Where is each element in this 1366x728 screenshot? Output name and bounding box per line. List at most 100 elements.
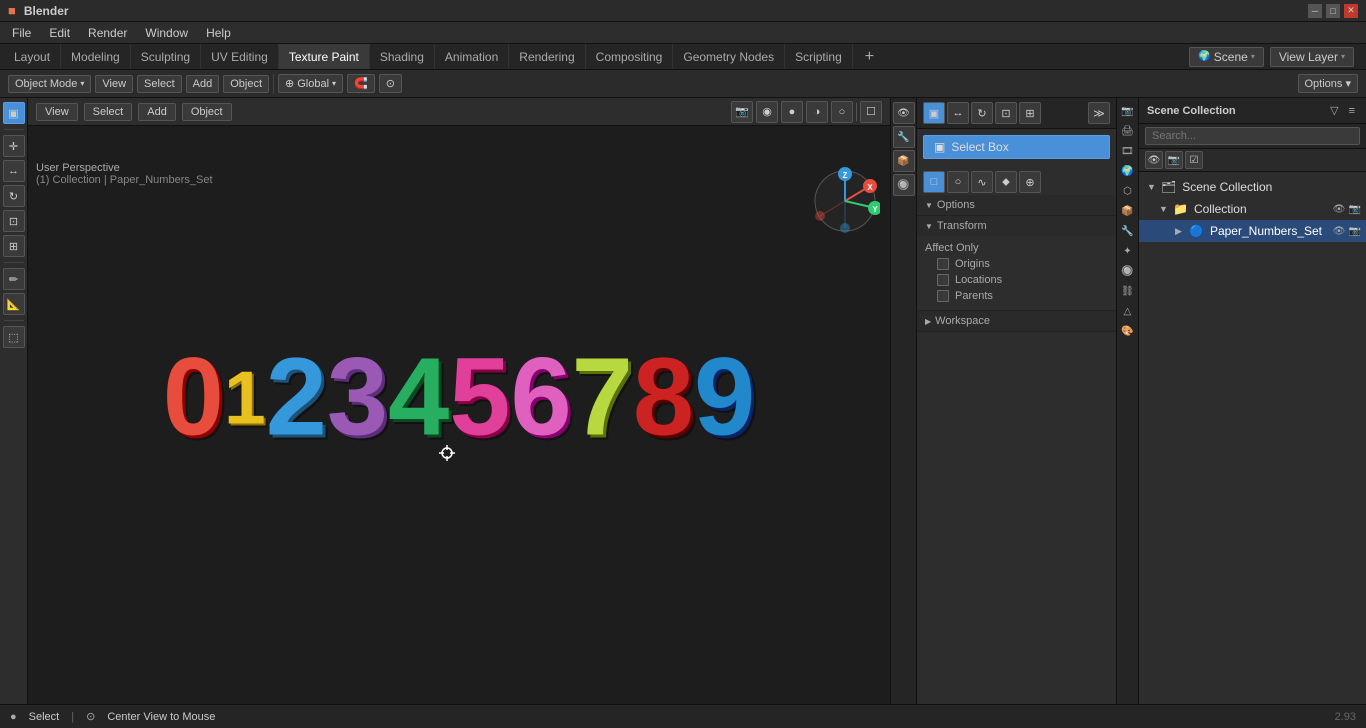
filter-icon-btn-2[interactable]: 📷 [1165, 151, 1183, 169]
transform-selector[interactable]: ⊕ Global ▾ [278, 74, 343, 93]
viewport-overlay-icon[interactable]: ◉ [756, 101, 778, 123]
tab-sculpting[interactable]: Sculpting [131, 44, 201, 69]
transform-icon-btn[interactable]: ⊞ [1019, 102, 1041, 124]
cursor-select-icon[interactable]: ⊕ [1019, 171, 1041, 193]
viewport-select-menu[interactable]: Select [84, 103, 133, 121]
add-menu[interactable]: Add [186, 75, 220, 93]
transform-header[interactable]: ▼ Transform [917, 216, 1116, 236]
add-workspace-button[interactable]: + [857, 45, 882, 69]
scale-icon-btn[interactable]: ⊡ [995, 102, 1017, 124]
collection-eye-btn[interactable]: 👁 [1332, 202, 1346, 216]
menu-edit[interactable]: Edit [41, 24, 78, 42]
viewlayer-props-icon[interactable]: 🎞 [1119, 142, 1137, 160]
options-button[interactable]: Options ▾ [1298, 74, 1359, 93]
tab-layout[interactable]: Layout [4, 44, 61, 69]
3d-view[interactable]: User Perspective (1) Collection | Paper_… [28, 126, 890, 704]
tab-animation[interactable]: Animation [435, 44, 509, 69]
outliner-sort-btn[interactable]: ≡ [1346, 104, 1358, 118]
world-props-icon[interactable]: ⬡ [1119, 182, 1137, 200]
sidebar-view-btn[interactable]: 👁 [893, 102, 915, 124]
paper-numbers-eye-btn[interactable]: 👁 [1332, 224, 1346, 238]
outliner-filter-btn[interactable]: ▽ [1327, 103, 1341, 118]
tab-rendering[interactable]: Rendering [509, 44, 585, 69]
viewport-shading-material[interactable]: ◑ [806, 101, 828, 123]
collection-camera-btn[interactable]: 📷 [1348, 202, 1362, 216]
view-menu[interactable]: View [95, 75, 133, 93]
scale-tool-button[interactable]: ⊡ [3, 210, 25, 232]
mode-selector[interactable]: Object Mode ▾ [8, 75, 91, 93]
tab-shading[interactable]: Shading [370, 44, 435, 69]
viewport-camera-icon[interactable]: 📷 [731, 101, 753, 123]
annotate-button[interactable]: ✏ [3, 268, 25, 290]
output-props-icon[interactable]: 🖨 [1119, 122, 1137, 140]
constraints-props-icon[interactable]: ⛓ [1119, 282, 1137, 300]
tab-scripting[interactable]: Scripting [785, 44, 853, 69]
physics-props-icon[interactable]: 🔘 [1119, 262, 1137, 280]
circle-select-icon[interactable]: ○ [947, 171, 969, 193]
move-tool-button[interactable]: ↔ [3, 160, 25, 182]
select-box-button[interactable]: ▣ Select Box [923, 135, 1110, 159]
select-menu[interactable]: Select [137, 75, 182, 93]
cursor-tool-button[interactable]: ✛ [3, 135, 25, 157]
outliner-search-input[interactable] [1145, 127, 1360, 145]
modifier-props-icon[interactable]: 🔧 [1119, 222, 1137, 240]
sidebar-physics-btn[interactable]: 🔘 [893, 174, 915, 196]
render-props-icon[interactable]: 📷 [1119, 102, 1137, 120]
origins-checkbox[interactable] [937, 258, 949, 270]
workspace-header[interactable]: ▶ Workspace [917, 311, 1116, 331]
tab-texture-paint[interactable]: Texture Paint [279, 44, 370, 69]
options-header[interactable]: ▼ Options [917, 195, 1116, 215]
expand-panel-btn[interactable]: ≫ [1088, 102, 1110, 124]
dot-select-icon[interactable]: ⬥ [995, 171, 1017, 193]
rotate-tool-button[interactable]: ↻ [3, 185, 25, 207]
viewport-xray-toggle[interactable]: ☐ [860, 101, 882, 123]
particles-props-icon[interactable]: ✦ [1119, 242, 1137, 260]
sidebar-tool-btn[interactable]: 🔧 [893, 126, 915, 148]
viewport-3d[interactable]: View Select Add Object 📷 ◉ ● ◑ ○ ☐ [28, 98, 890, 704]
outliner-scene-collection[interactable]: ▼ 🗂 Scene Collection [1139, 176, 1366, 198]
minimize-button[interactable]: ─ [1308, 4, 1322, 18]
menu-help[interactable]: Help [198, 24, 239, 42]
paper-numbers-camera-btn[interactable]: 📷 [1348, 224, 1362, 238]
proportional-toggle[interactable]: ⊙ [379, 74, 402, 93]
rotate-icon-btn[interactable]: ↻ [971, 102, 993, 124]
viewport-shading-solid[interactable]: ● [781, 101, 803, 123]
object-props-icon[interactable]: 📦 [1119, 202, 1137, 220]
move-icon-btn[interactable]: ↔ [947, 102, 969, 124]
scene-props-icon[interactable]: 🌍 [1119, 162, 1137, 180]
parents-checkbox[interactable] [937, 290, 949, 302]
maximize-button[interactable]: □ [1326, 4, 1340, 18]
view-layer-selector[interactable]: View Layer ▾ [1270, 47, 1354, 67]
viewport-shading-rendered[interactable]: ○ [831, 101, 853, 123]
filter-icon-btn-1[interactable]: 👁 [1145, 151, 1163, 169]
tab-compositing[interactable]: Compositing [586, 44, 674, 69]
locations-checkbox[interactable] [937, 274, 949, 286]
filter-icon-btn-3[interactable]: ☑ [1185, 151, 1203, 169]
viewport-view-menu[interactable]: View [36, 103, 78, 121]
outliner-paper-numbers[interactable]: ▶ 🔵 Paper_Numbers_Set 👁 📷 [1139, 220, 1366, 242]
object-menu[interactable]: Object [223, 75, 269, 93]
tab-uv-editing[interactable]: UV Editing [201, 44, 279, 69]
menu-window[interactable]: Window [137, 24, 196, 42]
box-select-icon[interactable]: □ [923, 171, 945, 193]
lasso-select-icon[interactable]: ∿ [971, 171, 993, 193]
menu-file[interactable]: File [4, 24, 39, 42]
data-props-icon[interactable]: △ [1119, 302, 1137, 320]
add-cube-button[interactable]: ⬚ [3, 326, 25, 348]
outliner-collection[interactable]: ▼ 📁 Collection 👁 📷 [1139, 198, 1366, 220]
active-tool-icon[interactable]: ▣ [923, 102, 945, 124]
select-tool-button[interactable]: ▣ [3, 102, 25, 124]
snap-toggle[interactable]: 🧲 [347, 74, 375, 93]
tab-modeling[interactable]: Modeling [61, 44, 131, 69]
sidebar-item-btn[interactable]: 📦 [893, 150, 915, 172]
measure-button[interactable]: 📐 [3, 293, 25, 315]
scene-selector[interactable]: 🌍 Scene ▾ [1189, 47, 1264, 67]
close-button[interactable]: ✕ [1344, 4, 1358, 18]
navigation-gizmo[interactable]: X Y Z [810, 166, 880, 236]
material-props-icon[interactable]: 🎨 [1119, 322, 1137, 340]
menu-render[interactable]: Render [80, 24, 135, 42]
tab-geometry-nodes[interactable]: Geometry Nodes [673, 44, 785, 69]
transform-tool-button[interactable]: ⊞ [3, 235, 25, 257]
viewport-object-menu[interactable]: Object [182, 103, 232, 121]
viewport-add-menu[interactable]: Add [138, 103, 176, 121]
